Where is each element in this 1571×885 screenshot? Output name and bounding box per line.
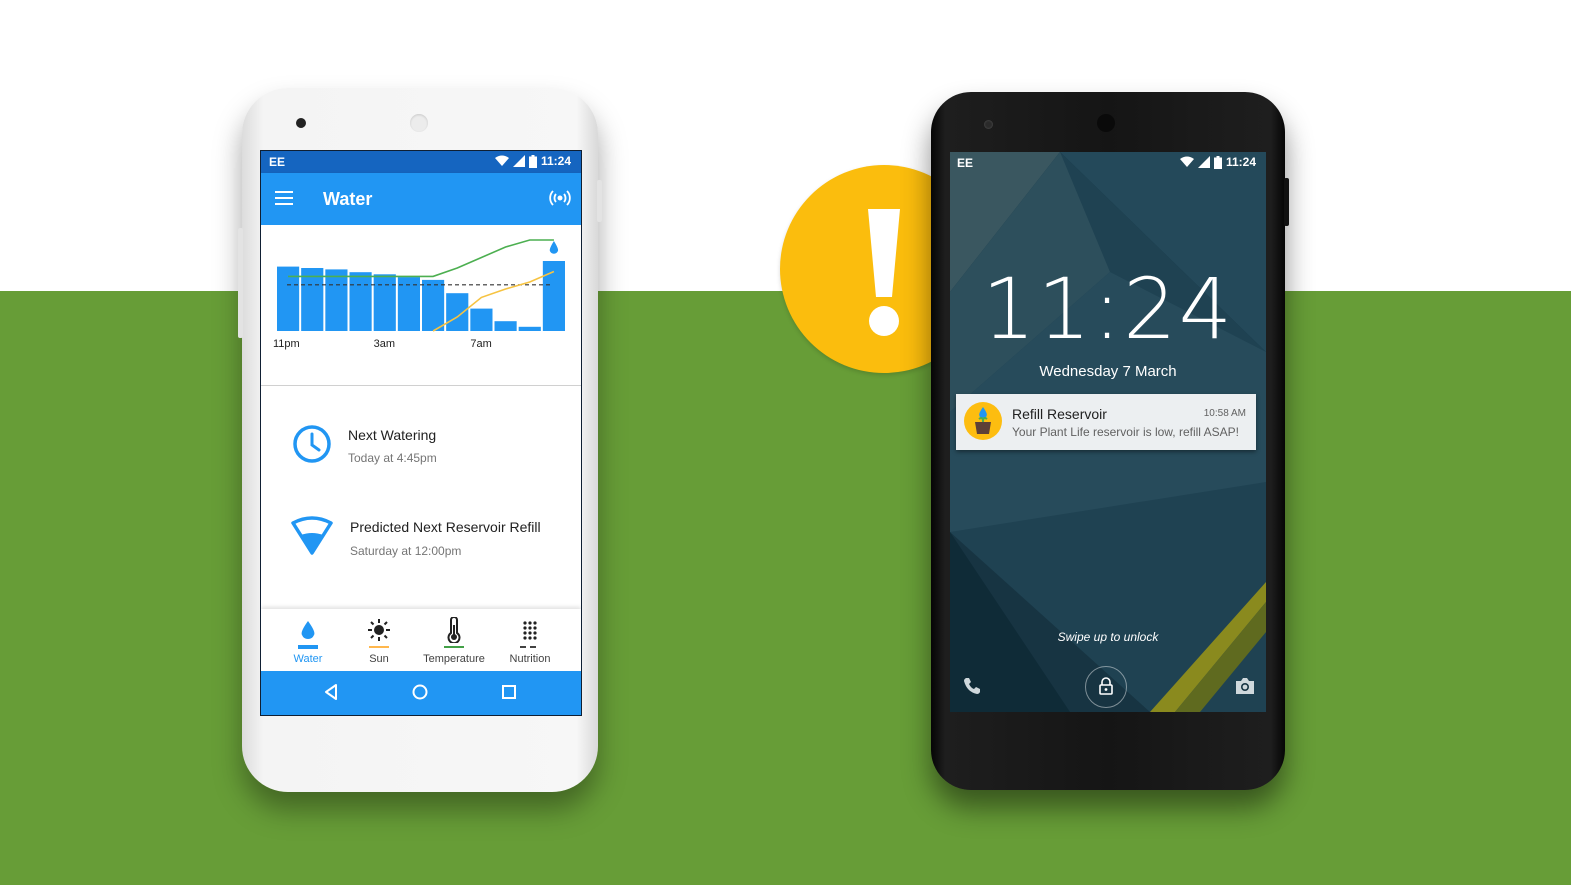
front-camera xyxy=(296,118,306,128)
reservoir-icon xyxy=(291,516,333,555)
front-camera xyxy=(984,120,993,129)
water-bar-8 xyxy=(446,293,469,331)
x-tick-label: 3am xyxy=(374,338,395,350)
battery-icon xyxy=(528,154,537,168)
reservoir-refill-title: Predicted Next Reservoir Refill xyxy=(350,519,541,535)
water-bar-3 xyxy=(325,269,348,331)
lock-screen: EE 11:24 11:24 Wednesday 7 March Refill … xyxy=(950,152,1266,712)
nav-label-water: Water xyxy=(293,653,323,665)
earpiece xyxy=(410,114,428,132)
nutrition-dots-icon xyxy=(523,621,537,640)
phone-icon[interactable] xyxy=(962,676,982,696)
power-button xyxy=(597,180,602,222)
app-bar: Water xyxy=(261,173,581,225)
water-drop-icon xyxy=(301,621,315,639)
system-navigation-bar xyxy=(261,671,581,715)
water-chart-card: 11pm 3am 7am xyxy=(261,225,581,386)
water-bar-12 xyxy=(542,261,565,331)
home-icon[interactable] xyxy=(411,683,429,701)
app-screen: EE 11:24 Water 11pm 3am 7am Next Waterin… xyxy=(260,150,582,716)
camera-icon[interactable] xyxy=(1234,676,1256,696)
nav-indicator-temperature xyxy=(444,646,464,648)
white-phone-frame: EE 11:24 Water 11pm 3am 7am Next Waterin… xyxy=(238,88,602,792)
recents-icon[interactable] xyxy=(500,683,518,701)
water-bar-5 xyxy=(373,274,396,331)
sun-icon xyxy=(368,619,390,641)
nav-label-temperature: Temperature xyxy=(423,653,485,665)
next-watering-row[interactable]: Next Watering Today at 4:45pm xyxy=(261,417,581,497)
back-icon[interactable] xyxy=(323,683,339,701)
water-bar-4 xyxy=(349,272,372,331)
notification-avatar xyxy=(964,402,1002,440)
sensor-signal-icon[interactable] xyxy=(549,187,571,209)
next-watering-title: Next Watering xyxy=(348,427,437,443)
nav-indicator-sun xyxy=(369,646,389,648)
bottom-navigation: Water Sun Temperature Nutrition xyxy=(261,609,581,671)
cell-signal-icon xyxy=(1197,156,1210,168)
earpiece xyxy=(1097,114,1115,132)
nav-item-temperature[interactable]: Temperature xyxy=(419,609,489,671)
water-bar-11 xyxy=(518,326,541,331)
nav-indicator-nutrition xyxy=(520,646,540,648)
carrier-label: EE xyxy=(269,155,286,169)
refill-notification[interactable]: Refill Reservoir 10:58 AM Your Plant Lif… xyxy=(956,394,1256,450)
nav-item-water[interactable]: Water xyxy=(273,609,343,671)
water-bar-7 xyxy=(422,279,445,331)
nav-item-nutrition[interactable]: Nutrition xyxy=(495,609,565,671)
status-time: 11:24 xyxy=(540,154,571,168)
clock-icon xyxy=(293,425,331,463)
page-title: Water xyxy=(323,189,373,209)
water-bar-2 xyxy=(301,268,324,331)
water-bar-10 xyxy=(494,321,517,331)
volume-button xyxy=(238,228,243,338)
info-card: Next Watering Today at 4:45pm Predicted … xyxy=(261,387,581,609)
thermometer-icon xyxy=(447,617,461,643)
lock-status-time: 11:24 xyxy=(1225,155,1256,169)
nav-indicator-water xyxy=(298,645,318,649)
hamburger-menu-icon[interactable] xyxy=(275,191,293,205)
water-drop-icon xyxy=(549,241,559,254)
plant-pot-icon xyxy=(975,407,991,434)
status-bar: EE 11:24 xyxy=(261,151,581,173)
nav-item-sun[interactable]: Sun xyxy=(344,609,414,671)
unlock-icon xyxy=(1099,677,1113,695)
lock-date: Wednesday 7 March xyxy=(1039,363,1177,380)
x-tick-label: 7am xyxy=(470,338,491,350)
lock-clock: 11:24 xyxy=(981,260,1235,358)
notification-message: Your Plant Life reservoir is low, refill… xyxy=(1012,425,1239,439)
unlock-button[interactable] xyxy=(1085,666,1127,708)
cell-signal-icon xyxy=(512,155,525,167)
lock-status-bar: EE 11:24 xyxy=(950,152,1266,174)
swipe-hint: Swipe up to unlock xyxy=(1057,630,1159,644)
battery-icon xyxy=(1213,155,1222,169)
next-watering-time: Today at 4:45pm xyxy=(348,451,437,465)
nav-label-sun: Sun xyxy=(369,653,389,665)
power-button xyxy=(1284,178,1289,226)
water-level-chart: 11pm 3am 7am xyxy=(273,239,565,350)
reservoir-refill-time: Saturday at 12:00pm xyxy=(350,544,462,558)
notification-time: 10:58 AM xyxy=(1203,408,1246,419)
reservoir-refill-row[interactable]: Predicted Next Reservoir Refill Saturday… xyxy=(261,511,581,591)
wifi-icon xyxy=(1179,156,1194,167)
black-phone-frame: EE 11:24 11:24 Wednesday 7 March Refill … xyxy=(931,92,1289,790)
notification-title: Refill Reservoir xyxy=(1012,406,1107,422)
water-bar-9 xyxy=(470,308,493,331)
wifi-icon xyxy=(494,155,509,166)
nav-label-nutrition: Nutrition xyxy=(509,653,551,665)
lock-carrier-label: EE xyxy=(957,156,974,170)
background-bottom xyxy=(0,291,1571,885)
x-tick-label: 11pm xyxy=(273,338,300,350)
